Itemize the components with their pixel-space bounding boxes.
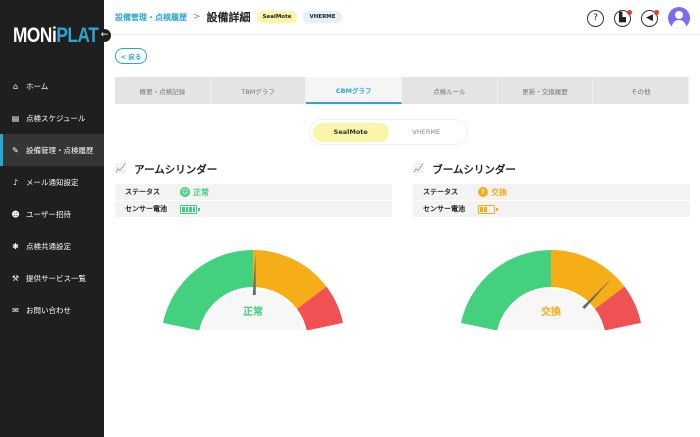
sidebar-item[interactable]: ✉ お問い合わせ xyxy=(0,294,104,326)
notification-dot xyxy=(627,10,632,15)
status-label: ステータス xyxy=(125,187,180,197)
sidebar-item[interactable]: ⚒ 提供サービス一覧 xyxy=(0,262,104,294)
header: 設備管理・点検履歴 > 設備詳細 SealMote VHERME ? ▙ ◀ xyxy=(104,0,700,35)
avatar[interactable] xyxy=(668,7,690,29)
collapse-sidebar-button[interactable]: ← xyxy=(98,29,111,42)
tab[interactable]: 点検ルール xyxy=(402,77,498,104)
sidebar-item-label: 点検スケジュール xyxy=(26,113,85,124)
notification-dot xyxy=(654,10,659,15)
logo-part1: MONi xyxy=(13,24,56,47)
user-plus-icon: ☻ xyxy=(11,210,20,219)
battery-bar xyxy=(182,207,185,212)
badge-sealmote: SealMote xyxy=(257,11,298,23)
status-row: ステータス☺正常 xyxy=(115,184,392,200)
tab[interactable]: TBMグラフ xyxy=(211,77,307,104)
wrench-icon: ✎ xyxy=(11,146,20,155)
tab-bar: 概要・点検記録TBMグラフCBMグラフ点検ルール更新・交換履歴その他 xyxy=(115,77,689,104)
building-notification-icon[interactable]: ▙ xyxy=(614,10,631,27)
battery-icon xyxy=(478,205,495,214)
panel-title-text: アームシリンダー xyxy=(134,162,217,177)
battery-row: センサー電池 xyxy=(413,201,690,217)
back-button[interactable]: < 戻る xyxy=(115,48,147,64)
status-text: 正常 xyxy=(193,187,209,198)
battery-icon xyxy=(180,205,197,214)
battery-bar xyxy=(186,207,189,212)
help-icon[interactable]: ? xyxy=(587,10,604,27)
battery-bar xyxy=(480,207,483,212)
sidebar-item-label: 設備管理・点検履歴 xyxy=(26,145,94,156)
status-text: 交換 xyxy=(491,187,507,198)
home-icon: ⌂ xyxy=(11,82,20,91)
bell-icon: ♪ xyxy=(11,178,20,187)
battery-label: センサー電池 xyxy=(125,204,180,214)
battery-bar xyxy=(484,207,487,212)
status-row: ステータス!交換 xyxy=(413,184,690,200)
gauge: 正常 xyxy=(153,245,353,330)
sidebar-item-label: ユーザー招待 xyxy=(26,209,71,220)
sidebar-item-label: 点検共通設定 xyxy=(26,241,71,252)
calendar-icon: ▤ xyxy=(11,114,20,123)
logo[interactable]: MONiPLAT xyxy=(13,24,98,48)
tools-icon: ⚒ xyxy=(11,274,20,283)
battery-bar xyxy=(193,207,196,212)
tab[interactable]: 概要・点検記録 xyxy=(115,77,211,104)
header-actions: ? ▙ ◀ xyxy=(587,7,690,29)
breadcrumb-link[interactable]: 設備管理・点検履歴 xyxy=(115,12,187,23)
sidebar: MONiPLAT ⌂ ホーム ▤ 点検スケジュール ✎ 設備管理・点検履歴 ♪ メール通知設定… xyxy=(0,0,104,437)
breadcrumb-separator: > xyxy=(193,12,201,22)
page-title: 設備詳細 xyxy=(207,9,251,25)
sidebar-item-label: お問い合わせ xyxy=(26,305,71,316)
gear-icon: ✱ xyxy=(11,242,20,251)
sidebar-item-label: 提供サービス一覧 xyxy=(26,273,86,284)
line-chart-icon: 📈 xyxy=(413,164,424,174)
tab[interactable]: 更新・交換履歴 xyxy=(498,77,594,104)
megaphone-icon[interactable]: ◀ xyxy=(641,10,658,27)
sensor-panel: 📈アームシリンダーステータス☺正常センサー電池 xyxy=(115,160,392,218)
sidebar-item[interactable]: ▤ 点検スケジュール xyxy=(0,102,104,134)
sidebar-item[interactable]: ✎ 設備管理・点検履歴 xyxy=(0,134,104,166)
tab[interactable]: CBMグラフ xyxy=(306,77,402,104)
sidebar-item[interactable]: ⌂ ホーム xyxy=(0,70,104,102)
line-chart-icon: 📈 xyxy=(115,164,126,174)
badge-vherme: VHERME xyxy=(303,11,341,23)
panel-title: 📈 ブームシリンダー xyxy=(413,160,690,178)
device-toggle: SealMoteVHERME xyxy=(309,119,468,145)
sensor-panel: 📈ブームシリンダーステータス!交換センサー電池 xyxy=(413,160,690,218)
sidebar-item-label: メール通知設定 xyxy=(26,177,79,188)
warning-icon: ! xyxy=(478,187,488,197)
sidebar-item[interactable]: ♪ メール通知設定 xyxy=(0,166,104,198)
smile-icon: ☺ xyxy=(180,187,190,197)
sidebar-item[interactable]: ☻ ユーザー招待 xyxy=(0,198,104,230)
sidebar-item-label: ホーム xyxy=(26,81,48,92)
tab[interactable]: その他 xyxy=(593,77,689,104)
battery-label: センサー電池 xyxy=(423,204,478,214)
mail-icon: ✉ xyxy=(11,306,20,315)
info-table: ステータス☺正常センサー電池 xyxy=(115,184,392,217)
sidebar-item[interactable]: ✱ 点検共通設定 xyxy=(0,230,104,262)
info-table: ステータス!交換センサー電池 xyxy=(413,184,690,217)
panel-title-text: ブームシリンダー xyxy=(432,162,516,177)
battery-bar xyxy=(189,207,192,212)
sidebar-nav: ⌂ ホーム ▤ 点検スケジュール ✎ 設備管理・点検履歴 ♪ メール通知設定 ☻ ユーザー招待 ✱ 点… xyxy=(0,70,104,326)
toggle-option[interactable]: SealMote xyxy=(313,123,389,142)
gauge: 交換 xyxy=(451,245,651,330)
gauge-label: 交換 xyxy=(541,305,562,318)
toggle-option[interactable]: VHERME xyxy=(389,123,465,142)
status-value: !交換 xyxy=(478,187,507,198)
status-label: ステータス xyxy=(423,187,478,197)
battery-row: センサー電池 xyxy=(115,201,392,217)
gauge-label: 正常 xyxy=(243,305,263,318)
status-value: ☺正常 xyxy=(180,187,209,198)
panel-title: 📈 アームシリンダー xyxy=(115,160,392,178)
logo-part2: PLAT xyxy=(56,24,98,47)
